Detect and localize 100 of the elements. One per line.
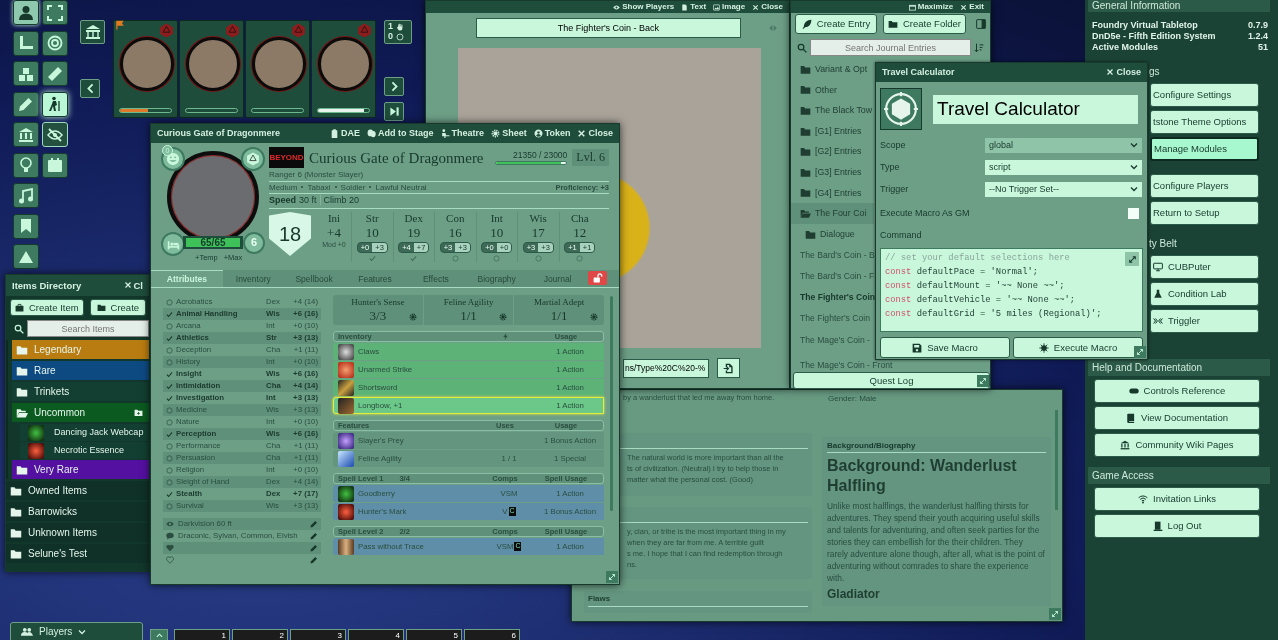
folder-row[interactable]: [G1] Entries [791,120,874,142]
macro-button[interactable]: Execute Macro [1013,337,1143,358]
folder-name: Dialogue [820,228,855,240]
hp-value: 65/65 [199,236,227,249]
header-button[interactable]: Exit [960,2,984,12]
code-line: const defaultGrid = '5 miles (Regional)'; [885,309,1103,321]
code-line: // set your default selections here [885,253,1071,265]
folder-row[interactable]: The Black Tow [791,100,874,121]
field-label: Execute Macro As GM [880,207,970,219]
settings-button[interactable]: Configure Settings [1150,83,1259,107]
settings-button[interactable]: Configure Players [1150,174,1259,198]
macro-slot[interactable]: 3 [290,629,346,640]
macro-slot[interactable]: 1 [174,629,230,640]
search-field[interactable]: Search Items [27,320,149,337]
close-button[interactable]: Close [1106,67,1141,78]
macro-slot[interactable]: 6 [464,629,520,640]
folder-row[interactable]: [G4] Entries [791,182,874,204]
select-field[interactable]: script [984,158,1143,176]
card-title: Flaws [588,594,612,604]
folder-row[interactable]: Uncommon [12,403,149,422]
settings-button[interactable]: CUBPuter [1150,255,1259,279]
folder-row[interactable]: Other [791,79,874,101]
header-button[interactable]: Add to Stage [367,128,434,139]
ability-label[interactable]: Con [446,212,465,226]
item-row[interactable]: Dancing Jack Webcap [20,424,149,441]
ability-label[interactable]: Dex [404,212,423,226]
create-button[interactable]: Create Folder [883,14,966,34]
folder-row[interactable]: Very Rare [12,460,149,479]
settings-button[interactable]: Manage Modules [1150,137,1259,161]
code-editor[interactable]: // set your default selections here const defaultPace = 'Normal'; const defaultMount = '~~ None ~~'; const defaultVehicle = '~~ None ~~'; const defaultGrid = '5 miles (Regional)'; [880,248,1143,332]
create-button[interactable]: Create Item [10,299,84,316]
info-label: DnD5e - Fifth Edition System [1092,31,1216,42]
url-field[interactable]: ns/Type%20C%20-% [623,358,709,378]
search-field[interactable]: Search Journal Entries [810,39,971,56]
header-button[interactable]: Close [752,2,783,12]
folder-row[interactable]: Rare [12,361,149,380]
folder-row[interactable]: Selune's Test [6,544,149,563]
folder-row[interactable]: [G2] Entries [791,141,874,162]
select-field[interactable]: --No Trigger Set-- [984,180,1143,198]
header-button[interactable]: Sheet [491,128,527,139]
settings-button[interactable]: Controls Reference [1094,379,1260,403]
slot-number: 5 [453,630,459,640]
header-button[interactable]: Maximize [908,2,954,12]
initiative-label: Ini [327,212,341,226]
folder-row[interactable]: Barrowicks [6,502,149,521]
field-label: Command [880,229,922,241]
journal-entry[interactable]: The Fighter's Coin [791,286,874,308]
settings-button[interactable]: Log Out [1094,514,1260,538]
settings-button[interactable]: View Documentation [1094,406,1260,430]
settings-button[interactable]: tstone Theme Options [1150,110,1259,134]
detail-text: Lawful Neutral [375,182,427,193]
folder-row[interactable]: Dialogue [791,223,874,245]
settings-button[interactable]: Triggler [1150,309,1259,333]
folder-name: Variant & Opt [815,64,868,75]
ability-label[interactable]: Wis [529,212,547,226]
create-button[interactable]: Create [89,299,146,316]
macro-button[interactable]: Save Macro [880,337,1010,358]
header-button[interactable]: Close [577,128,613,139]
item-row[interactable]: Necrotic Essence [20,442,149,459]
info-value: 0.7.9 [1247,20,1268,31]
folder-name: Other [815,84,837,96]
ability-label[interactable]: Str [365,212,379,226]
header-button[interactable]: DAE [330,128,361,139]
folder-name: [G1] Entries [815,125,862,137]
settings-button[interactable]: Community Wiki Pages [1094,433,1260,457]
count-value: 0 [388,31,393,42]
folder-row[interactable]: Trinkets [12,382,149,401]
folder-row[interactable]: [G3] Entries [791,161,874,183]
resource-value: 3/3 [369,307,387,324]
slot-number: 4 [395,630,401,640]
macro-slot[interactable]: 2 [232,629,288,640]
settings-button[interactable]: Return to Setup [1150,201,1259,225]
select-field: global [984,136,1143,154]
header-button[interactable]: Image [713,2,746,12]
create-button[interactable]: Create Entry [795,14,877,34]
quest-log-button[interactable]: Quest Log [793,372,990,389]
name-field[interactable]: Travel Calculator [932,93,1139,125]
players-button[interactable]: Players [10,622,143,640]
settings-button[interactable]: Invitation Links [1094,487,1260,511]
folder-name: [G2] Entries [815,146,862,157]
close-button[interactable]: Cl [123,279,143,292]
field-label: Trigger [880,183,909,195]
gender-text: Gender: Male [828,394,878,404]
section-header: General Information [1088,0,1270,12]
header-button[interactable]: Text [681,2,707,12]
folder-row[interactable]: Variant & Opt [791,59,874,80]
folder-name: Rare [34,364,56,377]
field-label: Scope [880,139,906,151]
folder-row[interactable]: Owned Items [6,481,149,500]
header-button[interactable]: Show Players [613,2,675,12]
macro-slot[interactable]: 4 [348,629,404,640]
ability-label[interactable]: Cha [570,212,589,226]
ability-label[interactable]: Int [490,212,503,226]
header-button[interactable]: Token [533,128,571,139]
folder-row[interactable]: Unknown Items [6,523,149,542]
settings-button[interactable]: Condition Lab [1150,282,1259,306]
item-name: Dancing Jack Webcap [54,427,144,438]
header-button[interactable]: Theatre [440,128,485,139]
macro-slot[interactable]: 5 [406,629,462,640]
title-field[interactable]: The Fighter's Coin - Back [476,18,741,38]
